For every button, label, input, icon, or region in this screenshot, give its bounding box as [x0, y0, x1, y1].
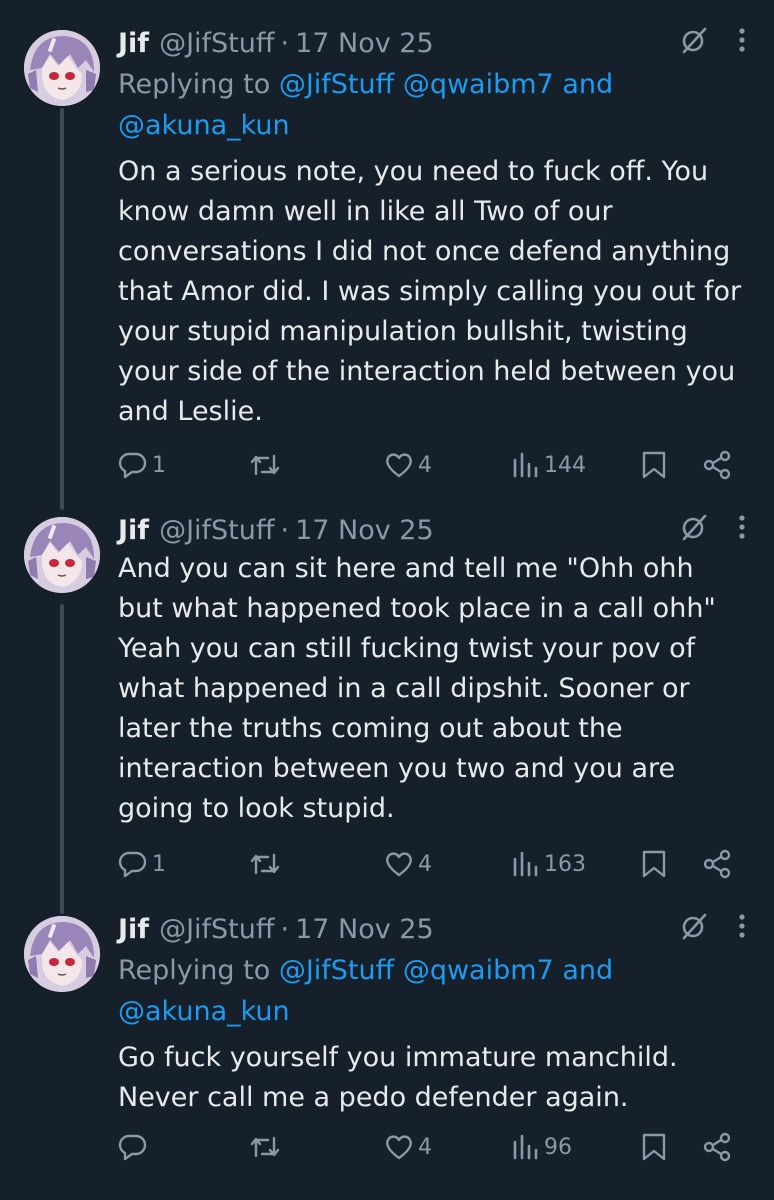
- separator-dot: ·: [280, 514, 290, 546]
- reply-button[interactable]: 1: [118, 849, 166, 879]
- share-icon: [703, 1132, 731, 1162]
- like-count: 4: [418, 851, 432, 877]
- reply-icon: [118, 851, 147, 878]
- tweet-text: Go fuck yourself you immature manchild. …: [118, 1042, 678, 1113]
- share-icon: [703, 450, 731, 480]
- grok-icon[interactable]: [680, 26, 708, 61]
- avatar[interactable]: [24, 30, 100, 106]
- bookmark-icon: [642, 850, 666, 878]
- reply-icon: [118, 1134, 147, 1161]
- views-button[interactable]: 144: [510, 450, 586, 480]
- reply-button[interactable]: [118, 1132, 152, 1162]
- retweet-icon: [250, 454, 280, 476]
- author-handle[interactable]: @JifStuff: [159, 515, 274, 546]
- mention-conjunction[interactable]: and: [562, 69, 613, 100]
- mention-link[interactable]: @qwaibm7: [403, 69, 554, 100]
- thread-connector: [60, 108, 64, 510]
- bookmark-icon: [642, 451, 666, 479]
- tweet-date[interactable]: 17 Nov 25: [295, 914, 434, 945]
- heart-icon: [386, 852, 412, 877]
- like-button[interactable]: 4: [384, 1132, 432, 1162]
- reply-button[interactable]: 1: [118, 450, 166, 480]
- bookmark-button[interactable]: [640, 849, 668, 879]
- like-button[interactable]: 4: [384, 450, 432, 480]
- tweet-date[interactable]: 17 Nov 25: [295, 515, 434, 546]
- reply-icon: [118, 452, 147, 479]
- heart-icon: [386, 453, 412, 478]
- tweet-actions: 4 96: [118, 1126, 738, 1166]
- tweet-date[interactable]: 17 Nov 25: [295, 28, 434, 59]
- share-icon: [703, 849, 731, 879]
- mention-link[interactable]: @qwaibm7: [403, 955, 554, 986]
- replying-to: Replying to @JifStuff @qwaibm7 and @akun…: [118, 64, 746, 146]
- reply-count: 1: [152, 452, 166, 478]
- replying-to-label: Replying to: [118, 69, 271, 100]
- like-count: 4: [418, 452, 432, 478]
- like-count: 4: [418, 1134, 432, 1160]
- share-button[interactable]: [702, 450, 732, 480]
- replying-to: Replying to @JifStuff @qwaibm7 and @akun…: [118, 950, 746, 1032]
- separator-dot: ·: [280, 913, 290, 945]
- grok-icon[interactable]: [680, 513, 708, 548]
- grok-icon[interactable]: [680, 912, 708, 947]
- bookmark-button[interactable]: [640, 450, 668, 480]
- author-name[interactable]: Jif: [118, 515, 149, 546]
- more-icon[interactable]: [738, 514, 746, 547]
- tweet-actions: 1 4 163: [118, 843, 738, 883]
- author-name[interactable]: Jif: [118, 914, 149, 945]
- author-handle[interactable]: @JifStuff: [159, 28, 274, 59]
- share-button[interactable]: [702, 1132, 732, 1162]
- views-icon: [513, 1134, 538, 1160]
- conversation-thread: Jif @JifStuff · 17 Nov 25 Replying to @J…: [0, 0, 774, 1200]
- replying-to-label: Replying to: [118, 955, 271, 986]
- retweet-button[interactable]: [248, 450, 286, 480]
- tweet-actions: 1 4 144: [118, 444, 738, 484]
- tweet-header: Jif @JifStuff · 17 Nov 25: [118, 26, 746, 60]
- view-count: 144: [544, 452, 586, 478]
- thread-connector: [60, 604, 64, 914]
- mention-conjunction[interactable]: and: [562, 955, 613, 986]
- avatar[interactable]: [24, 916, 100, 992]
- mention-link[interactable]: @JifStuff: [279, 69, 394, 100]
- retweet-icon: [250, 853, 280, 875]
- retweet-icon: [250, 1136, 280, 1158]
- mention-link[interactable]: @JifStuff: [279, 955, 394, 986]
- bookmark-icon: [642, 1133, 666, 1161]
- retweet-button[interactable]: [248, 1132, 286, 1162]
- avatar[interactable]: [24, 517, 100, 593]
- views-button[interactable]: 163: [510, 849, 586, 879]
- author-handle[interactable]: @JifStuff: [159, 914, 274, 945]
- mention-link[interactable]: @akuna_kun: [118, 110, 290, 141]
- tweet-header: Jif @JifStuff · 17 Nov 25: [118, 513, 746, 547]
- reply-count: 1: [152, 851, 166, 877]
- views-icon: [513, 452, 538, 478]
- like-button[interactable]: 4: [384, 849, 432, 879]
- retweet-button[interactable]: [248, 849, 286, 879]
- views-icon: [513, 851, 538, 877]
- views-button[interactable]: 96: [510, 1132, 572, 1162]
- separator-dot: ·: [280, 27, 290, 59]
- tweet-header: Jif @JifStuff · 17 Nov 25: [118, 912, 746, 946]
- more-icon[interactable]: [738, 913, 746, 946]
- share-button[interactable]: [702, 849, 732, 879]
- heart-icon: [386, 1135, 412, 1160]
- mention-link[interactable]: @akuna_kun: [118, 996, 290, 1027]
- avatar-image: [24, 517, 100, 593]
- view-count: 96: [544, 1134, 572, 1160]
- tweet-text: And you can sit here and tell me "Ohh oh…: [118, 553, 716, 824]
- tweet-text: On a serious note, you need to fuck off.…: [118, 156, 742, 427]
- view-count: 163: [544, 851, 586, 877]
- avatar-image: [24, 30, 100, 106]
- more-icon[interactable]: [738, 27, 746, 60]
- author-name[interactable]: Jif: [118, 28, 149, 59]
- bookmark-button[interactable]: [640, 1132, 668, 1162]
- avatar-image: [24, 916, 100, 992]
